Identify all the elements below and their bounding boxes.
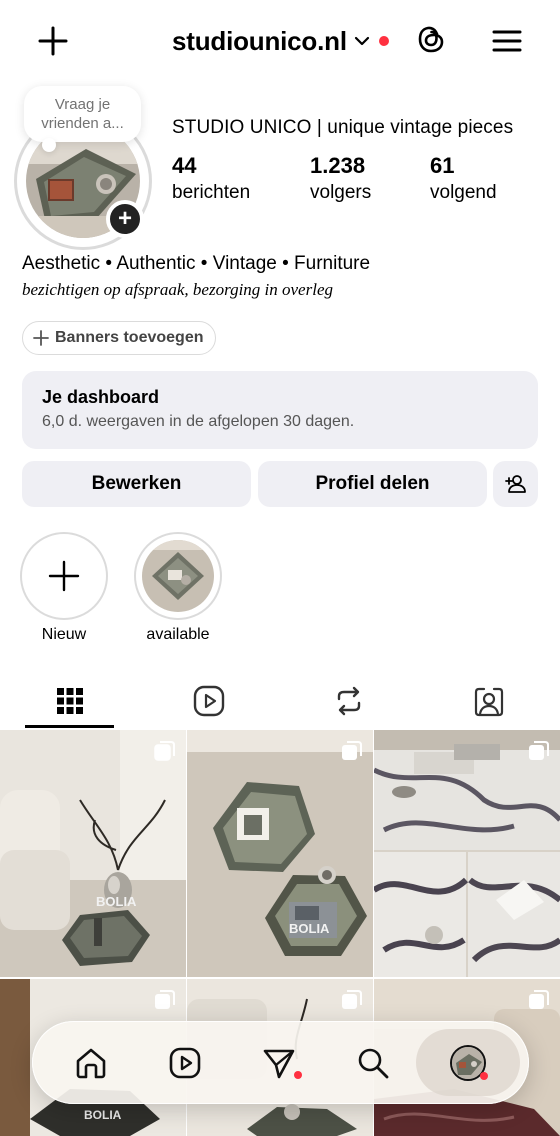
create-plus-icon[interactable] [36,24,70,58]
multi-post-icon [155,990,175,1009]
stat-following[interactable]: 61 volgend [430,152,497,206]
nav-direct[interactable] [244,1021,314,1104]
stat-followers-value: 1.238 [310,153,366,178]
add-person-icon [504,475,526,493]
post-tile[interactable]: BOLIA [0,730,186,977]
add-banners-label: Banners toevoegen [55,329,204,346]
highlight-new[interactable]: Nieuw [19,532,109,644]
stat-followers[interactable]: 1.238 volgers [310,152,371,206]
nav-reels[interactable] [150,1021,220,1104]
post-tile[interactable]: BOLIA [187,730,373,977]
stat-posts-value: 44 [172,153,197,178]
highlight-available-circle [134,532,222,620]
post-watermark: BOLIA [84,1108,122,1122]
note-bubble[interactable]: Vraag je vrienden a... [24,86,141,142]
dashboard-subtitle: 6,0 d. weergaven in de afgelopen 30 dage… [42,413,355,430]
home-icon [76,1048,106,1078]
chevron-down-icon [354,36,369,46]
bio-line-2: bezichtigen op afspraak, bezorging in ov… [22,280,333,299]
stat-following-label: volgend [430,182,497,203]
add-story-button[interactable]: + [106,200,144,238]
add-banners-button[interactable]: Banners toevoegen [22,321,217,355]
search-icon [358,1048,389,1078]
tagged-person-icon [474,687,504,717]
discover-people-button[interactable] [493,461,538,507]
tab-tagged[interactable] [419,672,559,730]
stat-followers-label: volgers [310,182,372,203]
highlight-new-circle [20,532,108,620]
threads-icon[interactable] [414,22,448,56]
tab-reels[interactable] [139,672,279,730]
tab-posts[interactable] [0,672,140,730]
bottom-navigation [32,1021,529,1104]
nav-search[interactable] [338,1021,408,1104]
notification-dot [378,36,389,46]
edit-profile-button[interactable]: Bewerken [22,461,251,507]
tab-reposts[interactable] [279,672,419,730]
highlight-available-label: available [146,626,210,643]
account-switcher[interactable]: studiounico.nl [172,24,389,58]
stat-posts[interactable]: 44 berichten [172,152,250,206]
stat-following-value: 61 [430,153,455,178]
note-placeholder: Vraag je vrienden a... [41,96,124,132]
post-tile[interactable] [374,730,560,977]
active-tab-indicator [25,725,114,728]
share-profile-button[interactable]: Profiel delen [258,461,487,507]
multi-post-icon [154,741,175,761]
profile-notification-dot [480,1072,488,1080]
dashboard-card[interactable]: Je dashboard 6,0 d. weergaven in de afge… [22,371,538,449]
repost-icon [337,686,361,716]
grid-icon [57,688,83,714]
nav-home[interactable] [56,1021,126,1104]
highlight-thumbnail [142,540,214,612]
multi-post-icon [529,990,549,1009]
reels-icon [169,1047,201,1078]
reels-icon [193,685,225,717]
highlight-available[interactable]: available [133,532,223,644]
multi-post-icon [342,741,362,760]
hamburger-menu-icon[interactable] [490,24,524,58]
multi-post-icon [342,990,362,1009]
plus-icon [33,330,49,346]
post-watermark: BOLIA [289,921,330,936]
highlight-new-label: Nieuw [41,626,87,643]
nav-profile[interactable] [433,1021,503,1104]
bio-line-1: Aesthetic • Authentic • Vintage • Furnit… [22,253,371,274]
plus-icon [48,560,80,592]
username: studiounico.nl [172,25,347,56]
direct-messages-icon [263,1049,295,1078]
direct-notification-dot [294,1071,302,1079]
stat-posts-label: berichten [172,182,251,203]
profile-tabs [0,672,560,730]
top-bar: studiounico.nl [0,0,560,80]
note-bubble-tail [42,138,56,152]
post-watermark: BOLIA [96,894,137,909]
full-name: STUDIO UNICO | unique vintage pieces [172,117,514,138]
dashboard-title: Je dashboard [42,387,160,407]
multi-post-icon [529,741,549,760]
